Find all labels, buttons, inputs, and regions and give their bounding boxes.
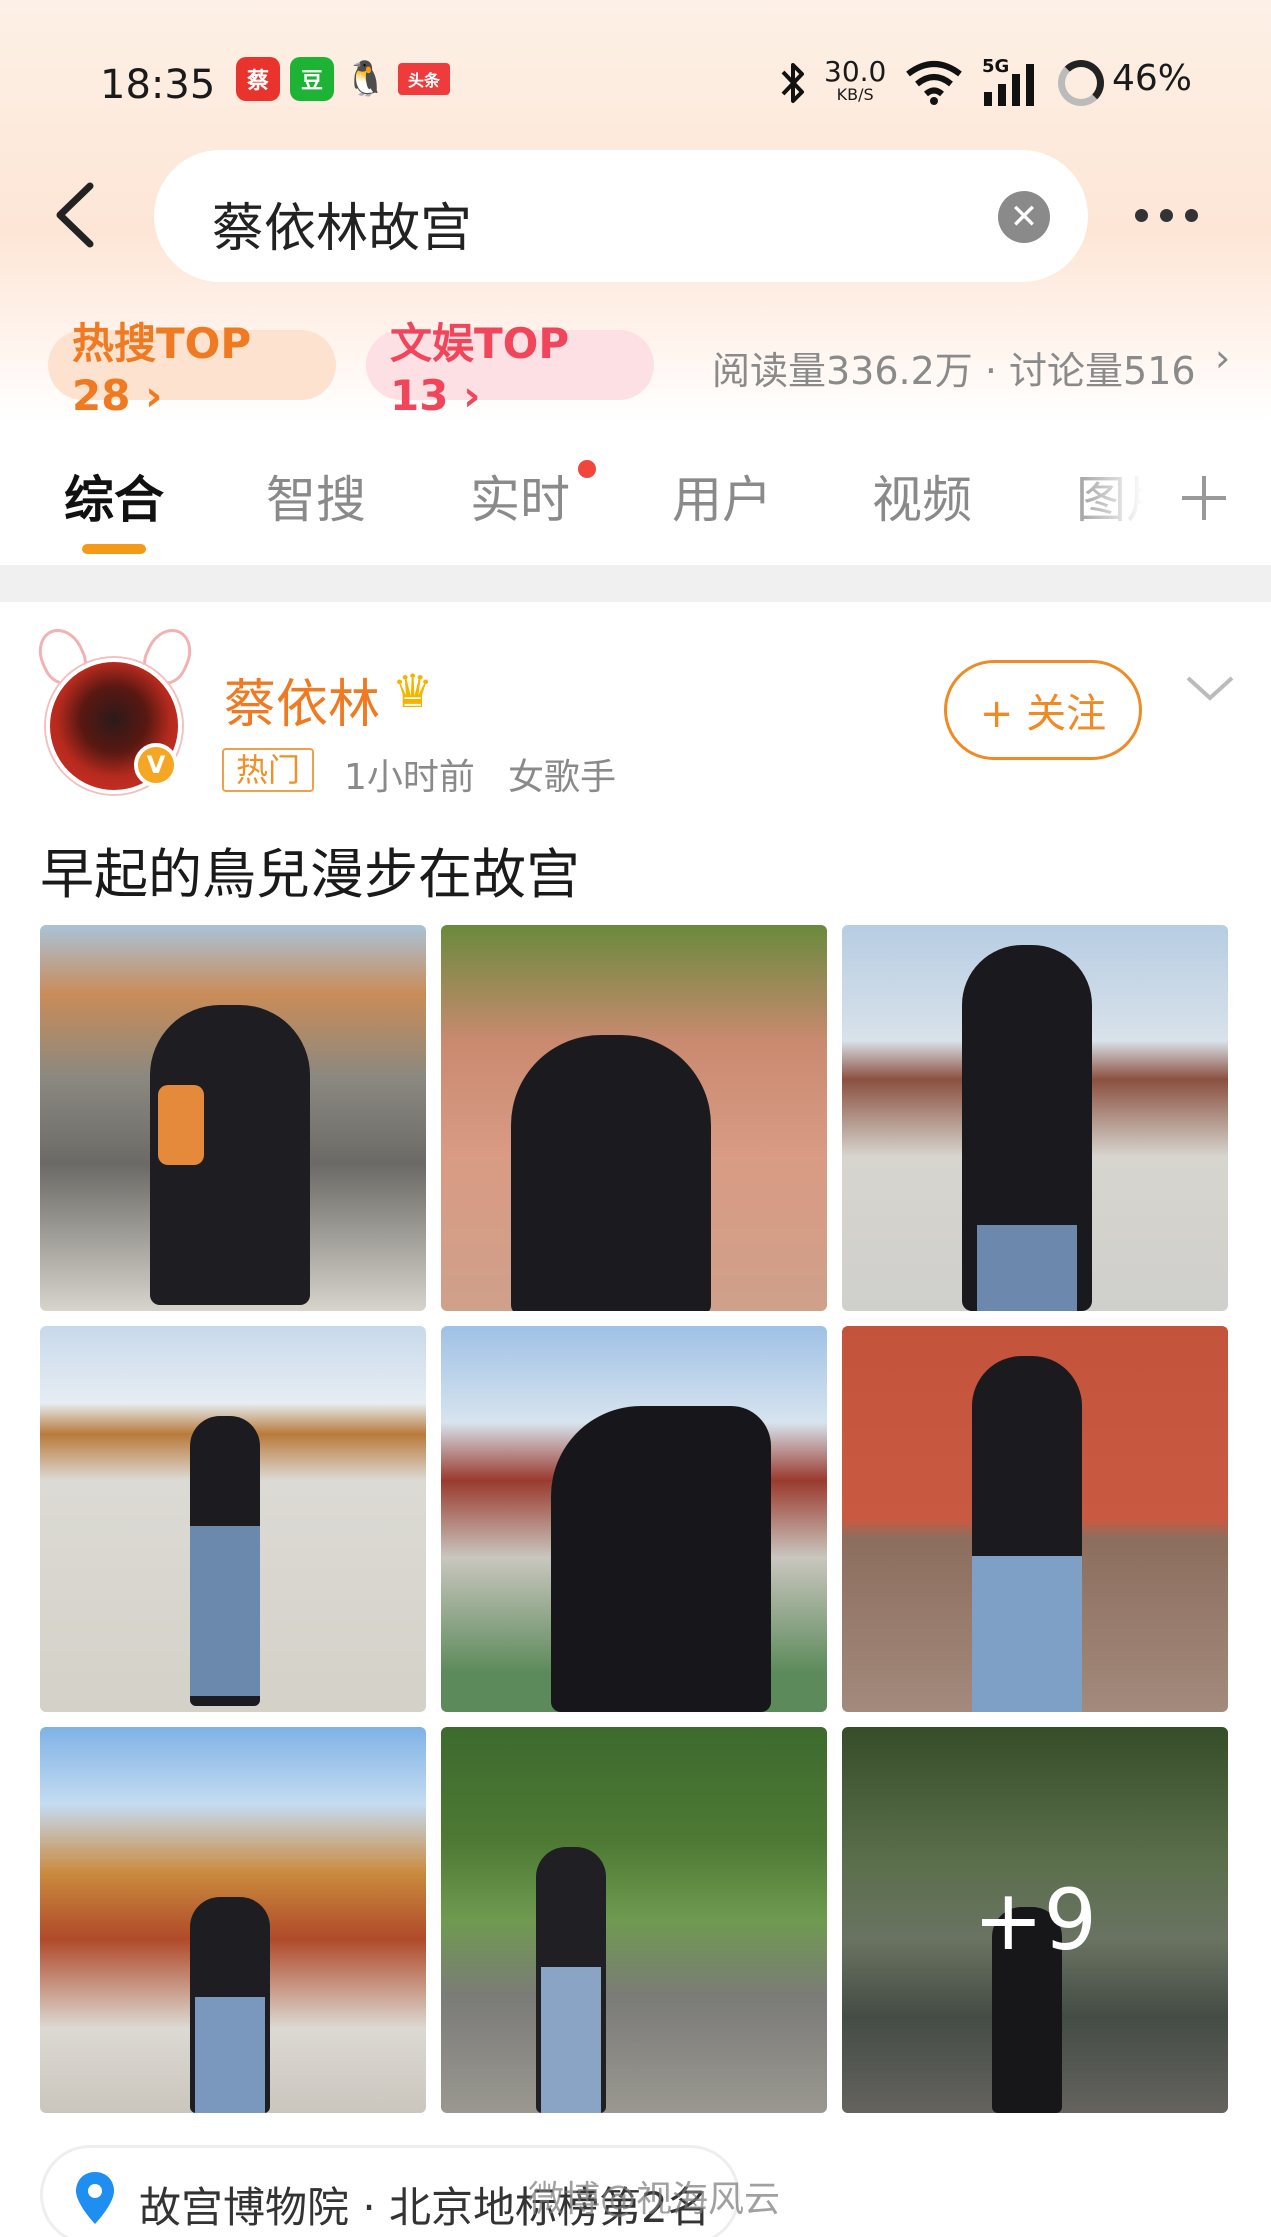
tabs-fade — [1060, 420, 1271, 565]
tab-realtime[interactable]: 实时 — [470, 460, 570, 532]
photo-4[interactable] — [40, 1326, 426, 1712]
avatar[interactable]: V — [30, 621, 200, 794]
search-bar[interactable]: 蔡依林故宫 ✕ — [154, 150, 1088, 282]
tab-users[interactable]: 用户 — [672, 460, 772, 532]
more-options-icon[interactable] — [1135, 190, 1215, 240]
hot-search-rank-badge[interactable]: 热搜TOP 28 › — [48, 319, 336, 420]
add-tab-plus-icon[interactable] — [1178, 472, 1230, 524]
photo-1[interactable] — [40, 925, 426, 1311]
toutiao-app-icon: 头条 — [398, 63, 450, 95]
crown-icon: ♛ — [392, 664, 434, 718]
hot-tag: 热门 — [222, 748, 315, 792]
cellular-signal-icon — [984, 64, 1034, 106]
stats-chevron-icon[interactable]: › — [1215, 336, 1230, 380]
douban-app-icon: 豆 — [290, 57, 334, 101]
photo-7[interactable] — [40, 1727, 426, 2113]
clear-search-icon[interactable]: ✕ — [998, 191, 1050, 243]
tab-smart-search[interactable]: 智搜 — [266, 460, 366, 532]
more-photos-count[interactable]: +9 — [842, 1727, 1228, 2113]
active-tab-underline — [82, 544, 146, 554]
section-divider — [0, 565, 1271, 602]
search-input[interactable]: 蔡依林故宫 — [212, 186, 472, 261]
post-username[interactable]: 蔡依林 — [224, 662, 380, 737]
post-text: 早起的鳥兒漫步在故宫 — [40, 843, 580, 906]
search-tabs: 综合 智搜 实时 用户 视频 图片 — [0, 420, 1271, 565]
battery-percent: 46% — [1112, 58, 1193, 99]
status-time: 18:35 — [100, 62, 216, 108]
qq-app-icon: 🐧 — [344, 59, 388, 99]
tab-comprehensive[interactable]: 综合 — [64, 460, 164, 532]
battery-icon — [1058, 60, 1104, 106]
weibo-app-icon: 蔡 — [236, 57, 280, 101]
photo-6[interactable] — [842, 1326, 1228, 1712]
chevron-down-icon[interactable] — [1182, 668, 1238, 708]
entertainment-rank-badge[interactable]: 文娱TOP 13 › — [366, 319, 654, 420]
net-speed: 30.0 KB/S — [824, 55, 887, 104]
photo-2[interactable] — [441, 925, 827, 1311]
photo-9[interactable]: +9 — [842, 1727, 1228, 2113]
post-time: 1小时前 — [344, 757, 475, 798]
verified-badge-icon: V — [134, 743, 178, 787]
tab-videos[interactable]: 视频 — [872, 460, 972, 532]
location-pin-icon — [76, 2172, 114, 2224]
photo-5[interactable] — [441, 1326, 827, 1712]
status-bar: 18:35 蔡 豆 🐧 头条 30.0 KB/S 5G 46% — [0, 40, 1271, 130]
photo-3[interactable] — [842, 925, 1228, 1311]
follow-button[interactable]: + 关注 — [944, 660, 1142, 760]
bluetooth-icon — [781, 63, 804, 103]
wifi-icon — [906, 61, 962, 105]
back-arrow-icon[interactable] — [52, 180, 96, 250]
watermark: 微博@视海风云 — [528, 2179, 781, 2220]
user-bio: 女歌手 — [508, 757, 617, 798]
realtime-new-dot — [578, 460, 596, 478]
photo-8[interactable] — [441, 1727, 827, 2113]
read-discussion-stats[interactable]: 阅读量336.2万 · 讨论量516 — [712, 340, 1196, 395]
